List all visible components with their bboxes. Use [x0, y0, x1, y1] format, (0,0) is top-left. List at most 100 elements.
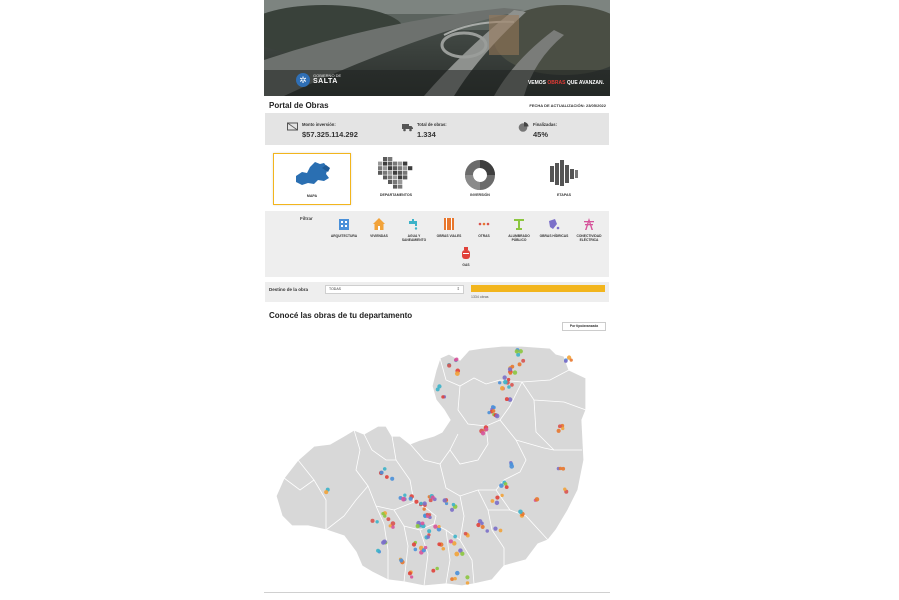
tab-mapa[interactable]: MAPA	[273, 153, 351, 205]
obra-marker[interactable]	[376, 548, 381, 553]
obra-marker[interactable]	[391, 525, 395, 529]
obra-marker[interactable]	[490, 499, 495, 503]
obra-marker[interactable]	[517, 362, 522, 367]
obra-marker[interactable]	[408, 496, 413, 501]
obra-marker[interactable]	[500, 493, 504, 498]
obra-marker[interactable]	[370, 518, 375, 523]
destino-select[interactable]: TODAS ⇕	[325, 285, 464, 294]
tab-etapas[interactable]: ETAPAS	[526, 153, 602, 203]
obra-marker[interactable]	[485, 529, 489, 533]
obra-marker[interactable]	[556, 428, 561, 433]
obra-marker[interactable]	[504, 485, 509, 490]
obra-marker[interactable]	[419, 501, 423, 506]
obra-marker[interactable]	[498, 528, 503, 533]
obra-marker[interactable]	[381, 540, 386, 545]
obra-marker[interactable]	[465, 575, 470, 580]
obra-marker[interactable]	[484, 427, 489, 432]
obra-marker[interactable]	[425, 514, 430, 518]
obra-marker[interactable]	[382, 467, 387, 471]
obra-marker[interactable]	[435, 387, 440, 392]
obra-marker[interactable]	[435, 566, 439, 571]
obra-marker[interactable]	[557, 424, 562, 429]
obra-marker[interactable]	[507, 367, 513, 372]
obra-marker[interactable]	[448, 539, 453, 544]
obra-marker[interactable]	[441, 395, 445, 399]
obra-marker[interactable]	[422, 501, 427, 506]
obra-marker[interactable]	[433, 524, 438, 529]
obra-marker[interactable]	[476, 522, 481, 528]
obra-marker[interactable]	[561, 426, 565, 431]
obra-marker[interactable]	[430, 495, 435, 500]
obra-marker[interactable]	[503, 379, 508, 385]
obra-marker[interactable]	[480, 524, 485, 529]
obra-marker[interactable]	[454, 371, 460, 376]
obra-marker[interactable]	[426, 535, 430, 539]
obra-marker[interactable]	[495, 495, 500, 500]
obra-marker[interactable]	[379, 470, 384, 475]
obra-marker[interactable]	[442, 498, 447, 503]
obra-marker[interactable]	[493, 526, 498, 531]
tab-inversion[interactable]: INVERSIÓN	[442, 153, 518, 203]
obra-marker[interactable]	[410, 575, 414, 579]
obra-marker[interactable]	[564, 359, 568, 363]
obra-marker[interactable]	[431, 568, 436, 573]
obra-marker[interactable]	[390, 476, 395, 481]
obra-marker[interactable]	[449, 507, 455, 512]
obra-marker[interactable]	[494, 413, 500, 419]
obra-marker[interactable]	[463, 531, 468, 536]
obra-marker[interactable]	[510, 383, 514, 387]
obra-marker[interactable]	[509, 462, 514, 466]
obra-marker[interactable]	[399, 558, 404, 563]
obra-marker[interactable]	[420, 521, 425, 526]
obra-marker[interactable]	[414, 499, 419, 504]
obra-marker[interactable]	[453, 534, 458, 539]
obra-marker[interactable]	[569, 358, 573, 362]
obra-marker[interactable]	[423, 545, 428, 550]
obra-marker[interactable]	[460, 551, 465, 556]
obra-marker[interactable]	[499, 483, 504, 488]
obra-marker[interactable]	[454, 357, 459, 362]
obra-marker[interactable]	[465, 581, 470, 585]
obra-marker[interactable]	[407, 571, 412, 576]
obra-marker[interactable]	[375, 520, 379, 524]
obra-marker[interactable]	[502, 375, 507, 380]
obra-marker[interactable]	[451, 502, 456, 507]
obra-marker[interactable]	[384, 475, 389, 479]
obra-marker[interactable]	[437, 524, 441, 529]
obra-marker[interactable]	[508, 371, 512, 375]
obra-marker[interactable]	[403, 493, 407, 497]
obra-marker[interactable]	[455, 570, 460, 576]
obra-marker[interactable]	[441, 546, 446, 551]
obra-marker[interactable]	[422, 507, 426, 511]
obra-marker[interactable]	[499, 386, 505, 391]
obra-marker[interactable]	[487, 411, 491, 415]
obra-marker[interactable]	[558, 466, 563, 471]
obra-marker[interactable]	[454, 551, 460, 557]
obra-marker[interactable]	[498, 381, 502, 385]
map-mode-button[interactable]: Por tipo/avanzada	[562, 322, 606, 331]
obra-marker[interactable]	[507, 385, 511, 389]
salta-department-map[interactable]	[264, 340, 610, 592]
obra-marker[interactable]	[504, 397, 509, 402]
obra-marker[interactable]	[491, 409, 496, 413]
obra-marker[interactable]	[512, 370, 518, 375]
obra-marker[interactable]	[437, 542, 442, 547]
tab-departamentos[interactable]: DEPARTAMENTOS	[358, 153, 434, 203]
obra-marker[interactable]	[447, 363, 452, 368]
obra-marker[interactable]	[411, 542, 417, 547]
gobierno-salta-logo[interactable]: ✲ GOBIERNO DE SALTA	[296, 73, 366, 89]
obra-marker[interactable]	[386, 517, 391, 522]
obra-marker[interactable]	[521, 358, 526, 363]
obra-marker[interactable]	[518, 509, 523, 515]
obra-marker[interactable]	[494, 500, 500, 506]
obra-marker[interactable]	[514, 349, 519, 354]
obra-marker[interactable]	[480, 521, 484, 526]
obra-marker[interactable]	[480, 431, 486, 436]
obra-marker[interactable]	[453, 576, 457, 581]
obra-marker[interactable]	[324, 490, 329, 495]
obra-marker[interactable]	[563, 487, 567, 491]
obra-marker[interactable]	[503, 482, 508, 486]
obra-marker[interactable]	[413, 547, 418, 552]
obra-marker[interactable]	[415, 524, 420, 529]
obra-marker[interactable]	[383, 514, 387, 518]
